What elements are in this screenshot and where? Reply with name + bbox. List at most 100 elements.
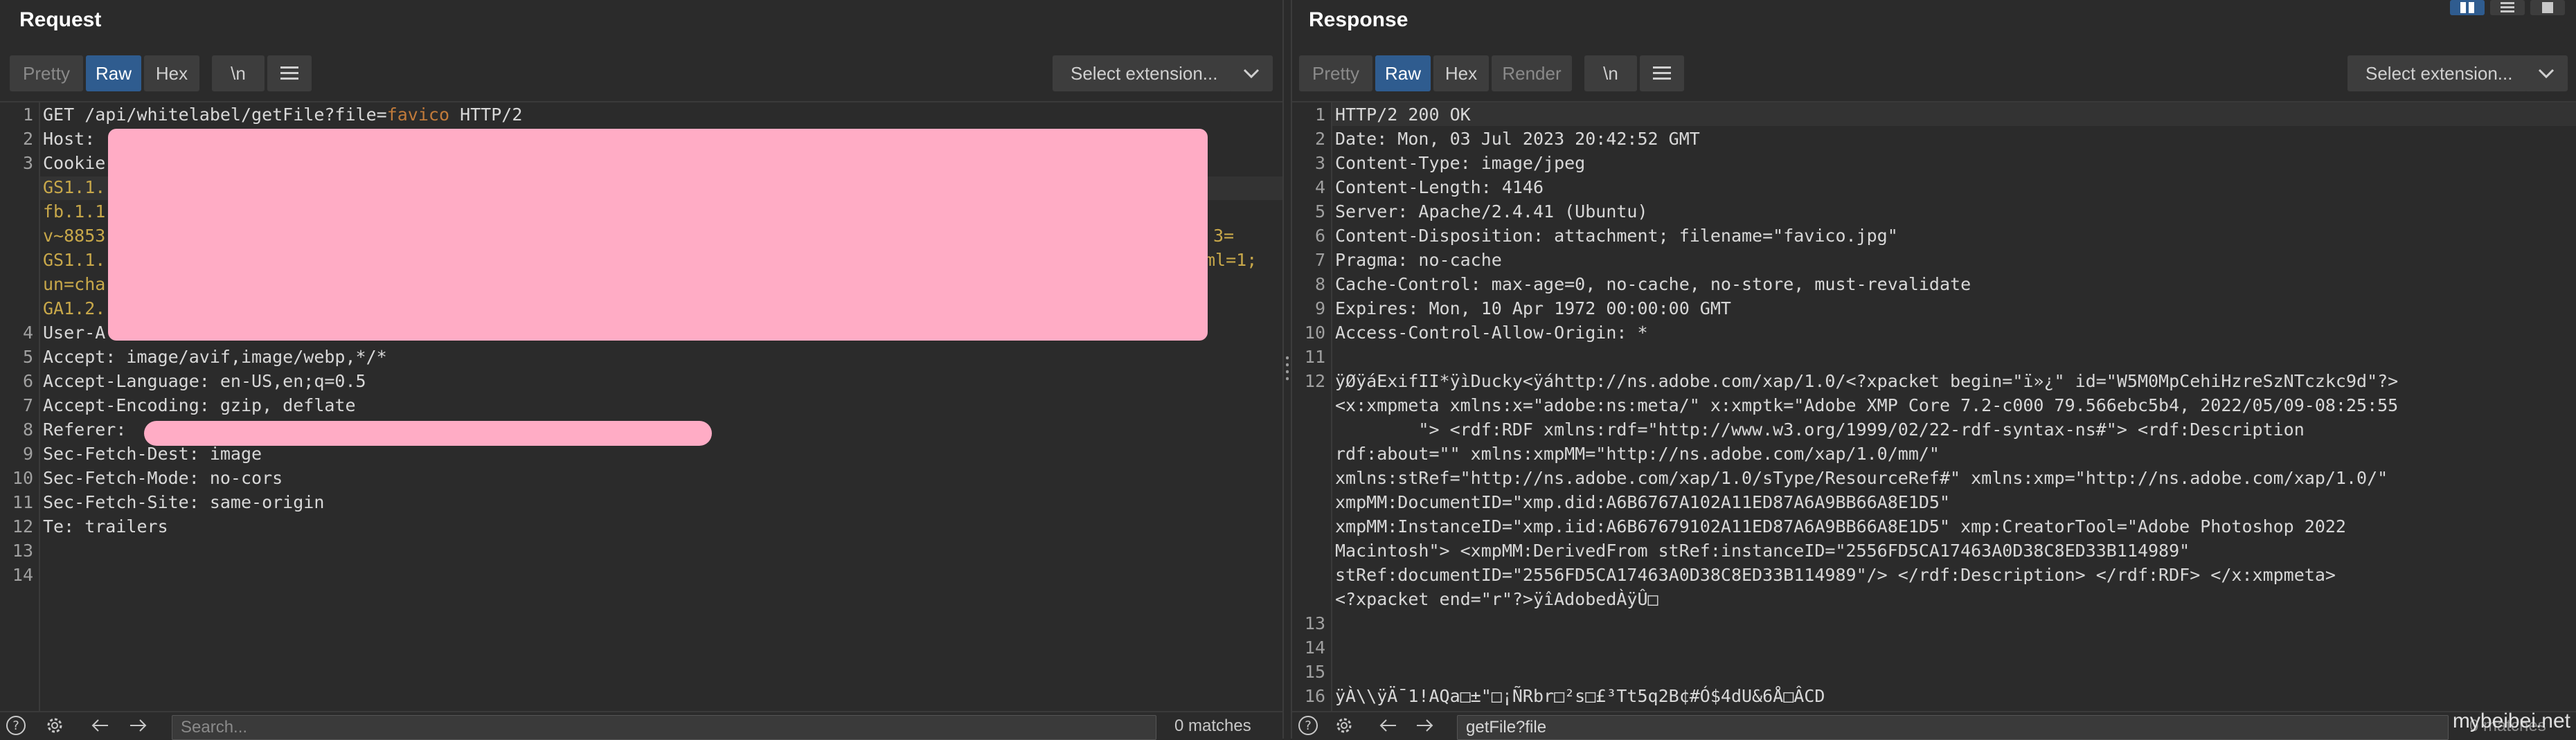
chevron-down-icon: [1243, 69, 1260, 79]
request-search-box: [172, 715, 1156, 740]
newline-toggle[interactable]: \n: [1584, 55, 1637, 91]
line-number: 7: [1314, 250, 1325, 270]
response-header-content-length: Content-Length: 4146: [1335, 177, 1544, 197]
help-button[interactable]: ?: [6, 715, 26, 736]
tab-pretty[interactable]: Pretty: [1299, 55, 1372, 91]
line-number: 13: [12, 541, 33, 561]
gear-icon: [47, 718, 62, 733]
hamburger-icon: [280, 66, 298, 80]
line-number: 12: [1304, 371, 1325, 391]
line-number: 9: [22, 444, 33, 464]
response-header-pragma: Pragma: no-cache: [1335, 250, 1502, 270]
response-search-bar: ? 0 matches: [1292, 711, 2576, 740]
rows-icon: [2501, 2, 2514, 12]
square-icon: [2542, 2, 2553, 13]
cookie-fragment: fb.1.1: [43, 201, 106, 222]
response-header-content-type: Content-Type: image/jpeg: [1335, 153, 1586, 173]
request-gutter: 1 2 3 4 5 6 7 8 9 10 11 12 13 14: [0, 102, 40, 712]
request-toolbar: Pretty Raw Hex \n Select extension...: [10, 55, 1273, 91]
layout-side-by-side-button[interactable]: [2450, 0, 2485, 15]
request-search-input[interactable]: [172, 716, 1156, 739]
tab-hex[interactable]: Hex: [144, 55, 199, 91]
line-number: 2: [1314, 129, 1325, 149]
cookie-fragment: GS1.1.: [43, 177, 106, 197]
request-method-path: GET /api/whitelabel/getFile?file=: [43, 105, 387, 125]
request-editor[interactable]: 1 2 3 4 5 6 7 8 9 10 11 12 13 14 GET /ap…: [0, 101, 1282, 712]
response-header-cache-control: Cache-Control: max-age=0, no-cache, no-s…: [1335, 274, 1971, 294]
line-number: 3: [1314, 153, 1325, 173]
line-number: 7: [22, 395, 33, 415]
response-header-content-disposition: Content-Disposition: attachment; filenam…: [1335, 226, 1898, 246]
request-line-sec-fetch-dest: Sec-Fetch-Dest: image: [43, 444, 262, 464]
hamburger-menu-button[interactable]: [1640, 55, 1684, 91]
layout-switcher: [2450, 0, 2566, 15]
request-line-1: GET /api/whitelabel/getFile?file=favico …: [43, 105, 522, 125]
line-number: 6: [22, 371, 33, 391]
cookie-fragment: GA1.2.: [43, 298, 106, 318]
response-body-line: stRef:documentID="2556FD5CA17463A0D38C8E…: [1335, 565, 2336, 585]
request-line-sec-fetch-mode: Sec-Fetch-Mode: no-cors: [43, 468, 283, 488]
request-line-accept: Accept: image/avif,image/webp,*/*: [43, 347, 387, 367]
request-line-user-agent: User-A: [43, 323, 106, 343]
redaction-block: [144, 421, 712, 446]
line-number: 14: [12, 565, 33, 585]
layout-single-button[interactable]: [2530, 0, 2565, 15]
response-status-line: HTTP/2 200 OK: [1335, 105, 1471, 125]
line-number: 4: [1314, 177, 1325, 197]
previous-match-button[interactable]: [1378, 715, 1399, 736]
columns-icon: [2460, 2, 2474, 13]
line-number: 5: [1314, 201, 1325, 222]
line-number: 3: [22, 153, 33, 173]
line-number: 8: [1314, 274, 1325, 294]
response-body-line: xmpMM:InstanceID="xmp.iid:A6B67679102A11…: [1335, 516, 2346, 536]
cookie-fragment: un=cha: [43, 274, 106, 294]
line-number: 11: [1304, 347, 1325, 367]
response-body-line: Macintosh"> <xmpMM:DerivedFrom stRef:ins…: [1335, 541, 2190, 561]
tab-render[interactable]: Render: [1492, 55, 1572, 91]
response-body-line: <x:xmpmeta xmlns:x="adobe:ns:meta/" x:xm…: [1335, 395, 2399, 415]
pane-divider[interactable]: [1282, 0, 1292, 739]
response-title: Response: [1309, 8, 1408, 31]
response-editor[interactable]: 1 2 3 4 5 6 7 8 9 10 11 12 13 14 15 16 H…: [1292, 101, 2576, 712]
newline-toggle[interactable]: \n: [212, 55, 265, 91]
request-pane: Request Pretty Raw Hex \n Select extensi…: [0, 0, 1282, 740]
request-line-accept-language: Accept-Language: en-US,en;q=0.5: [43, 371, 366, 391]
response-body-line: "> <rdf:RDF xmlns:rdf="http://www.w3.org…: [1335, 419, 2305, 440]
line-number: 9: [1314, 298, 1325, 318]
chevron-down-icon: [2538, 69, 2555, 79]
line-number: 14: [1304, 638, 1325, 658]
request-line-sec-fetch-site: Sec-Fetch-Site: same-origin: [43, 492, 325, 512]
tab-pretty[interactable]: Pretty: [10, 55, 83, 91]
response-header-date: Date: Mon, 03 Jul 2023 20:42:52 GMT: [1335, 129, 1700, 149]
tab-raw[interactable]: Raw: [1375, 55, 1431, 91]
previous-match-button[interactable]: [90, 715, 111, 736]
select-extension-dropdown[interactable]: Select extension...: [1053, 55, 1236, 91]
cookie-fragment-tail: ml=1;: [1205, 250, 1258, 270]
next-match-button[interactable]: [1414, 715, 1435, 736]
response-search-input[interactable]: [1458, 716, 2448, 739]
select-extension-chevron[interactable]: [2525, 55, 2568, 91]
response-search-box: [1457, 715, 2449, 740]
hamburger-icon: [1653, 66, 1671, 80]
hamburger-menu-button[interactable]: [267, 55, 312, 91]
svg-text:?: ?: [1305, 719, 1312, 733]
response-body-line: ÿØÿáExifII*ÿìDucky<ÿáhttp://ns.adobe.com…: [1335, 371, 2399, 391]
layout-stacked-button[interactable]: [2490, 0, 2525, 15]
response-pane: Response Pretty Raw Hex Render \n Select…: [1292, 0, 2576, 740]
settings-button[interactable]: [1334, 715, 1354, 736]
settings-button[interactable]: [44, 715, 65, 736]
tab-raw[interactable]: Raw: [86, 55, 141, 91]
line-number: 1: [1314, 105, 1325, 125]
select-extension-chevron[interactable]: [1230, 55, 1273, 91]
arrow-right-icon: [130, 719, 147, 732]
response-header-acao: Access-Control-Allow-Origin: *: [1335, 323, 1648, 343]
line-number: 5: [22, 347, 33, 367]
arrow-left-icon: [1379, 719, 1396, 732]
tab-hex[interactable]: Hex: [1433, 55, 1489, 91]
line-number: 10: [1304, 323, 1325, 343]
help-button[interactable]: ?: [1298, 715, 1318, 736]
next-match-button[interactable]: [127, 715, 148, 736]
help-icon: ?: [6, 716, 26, 735]
select-extension-dropdown[interactable]: Select extension...: [2347, 55, 2531, 91]
request-line-cookie: Cookie: [43, 153, 106, 173]
